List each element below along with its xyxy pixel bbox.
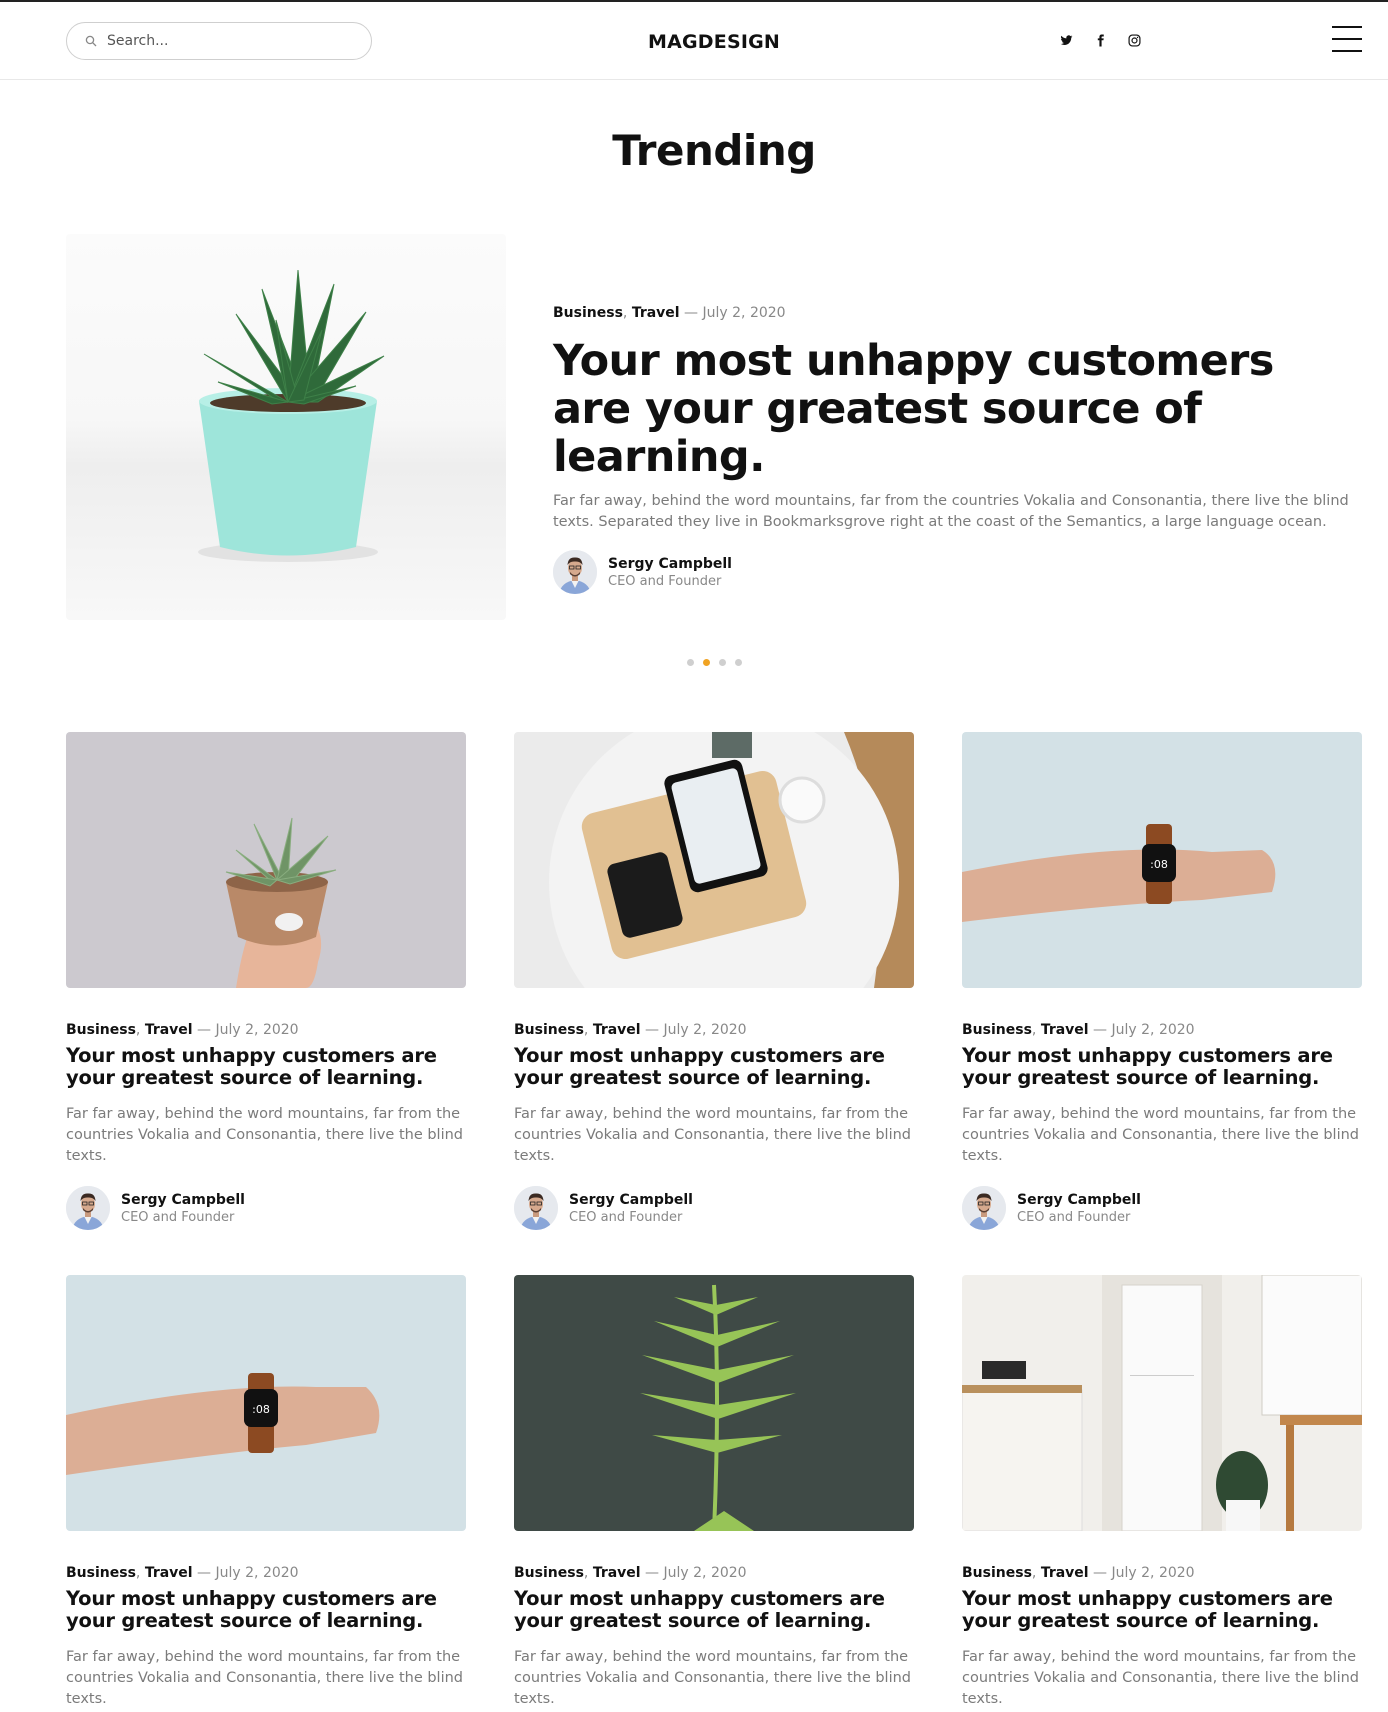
instagram-icon[interactable]: [1126, 32, 1142, 48]
card-title[interactable]: Your most unhappy customers are your gre…: [962, 1045, 1362, 1089]
author-block[interactable]: Sergy Campbell CEO and Founder: [514, 1186, 914, 1230]
hero-article: Business, Travel — July 2, 2020 Your mos…: [553, 305, 1363, 594]
author-role: CEO and Founder: [569, 1209, 683, 1225]
hamburger-menu-icon[interactable]: [1332, 26, 1362, 52]
author-name: Sergy Campbell: [121, 1191, 245, 1208]
article-meta: Business, Travel — July 2, 2020: [514, 1565, 747, 1581]
article-meta: Business, Travel — July 2, 2020: [66, 1022, 299, 1038]
article-date: July 2, 2020: [215, 1565, 299, 1581]
card-excerpt: Far far away, behind the word mountains,…: [962, 1649, 1360, 1707]
svg-text::08: :08: [1150, 858, 1168, 871]
carousel-dot[interactable]: [687, 659, 694, 666]
avatar: [66, 1186, 110, 1230]
category-link[interactable]: Travel: [593, 1022, 641, 1038]
category-link[interactable]: Business: [553, 305, 623, 321]
card-title[interactable]: Your most unhappy customers are your gre…: [514, 1045, 914, 1089]
author-block[interactable]: Sergy Campbell CEO and Founder: [66, 1186, 466, 1230]
author-role: CEO and Founder: [608, 573, 722, 589]
article-meta: Business, Travel — July 2, 2020: [962, 1022, 1195, 1038]
article-meta: Business, Travel — July 2, 2020: [514, 1022, 747, 1038]
facebook-icon[interactable]: [1092, 32, 1108, 48]
avatar: [514, 1186, 558, 1230]
site-logo[interactable]: MAGDESIGN: [0, 31, 1388, 53]
card-title[interactable]: Your most unhappy customers are your gre…: [514, 1588, 914, 1632]
carousel-dot[interactable]: [719, 659, 726, 666]
article-card: Business, Travel — July 2, 2020 Your mos…: [962, 1275, 1362, 1712]
date-separator: —: [679, 305, 703, 321]
card-excerpt: Far far away, behind the word mountains,…: [514, 1649, 912, 1707]
category-link[interactable]: Travel: [632, 305, 680, 321]
card-title[interactable]: Your most unhappy customers are your gre…: [962, 1588, 1362, 1632]
author-block[interactable]: Sergy Campbell CEO and Founder: [962, 1186, 1362, 1230]
category-link[interactable]: Travel: [593, 1565, 641, 1581]
hero-image[interactable]: [66, 234, 506, 620]
article-date: July 2, 2020: [1111, 1565, 1195, 1581]
section-title: Trending: [612, 126, 816, 175]
card-excerpt: Far far away, behind the word mountains,…: [962, 1106, 1360, 1164]
category-link[interactable]: Business: [66, 1022, 136, 1038]
category-link[interactable]: Business: [514, 1022, 584, 1038]
card-excerpt: Far far away, behind the word mountains,…: [66, 1106, 464, 1164]
author-name: Sergy Campbell: [608, 555, 732, 572]
card-excerpt: Far far away, behind the word mountains,…: [514, 1106, 912, 1164]
avatar: [553, 550, 597, 594]
article-card: Business, Travel — July 2, 2020 Your mos…: [514, 732, 914, 1230]
hero-excerpt: Far far away, behind the word mountains,…: [553, 493, 1349, 530]
card-image[interactable]: :08: [962, 732, 1362, 988]
category-separator: ,: [622, 305, 628, 321]
author-name: Sergy Campbell: [569, 1191, 693, 1208]
article-date: July 2, 2020: [215, 1022, 299, 1038]
category-link[interactable]: Business: [66, 1565, 136, 1581]
carousel-dots: [687, 659, 742, 666]
article-meta: Business, Travel — July 2, 2020: [553, 305, 1363, 321]
twitter-icon[interactable]: [1058, 32, 1074, 48]
author-block[interactable]: Sergy Campbell CEO and Founder: [553, 550, 1363, 594]
svg-text::08: :08: [252, 1403, 270, 1416]
article-card: :08 Business, Travel — July 2, 2020 Your…: [962, 732, 1362, 1230]
category-link[interactable]: Travel: [145, 1565, 193, 1581]
category-link[interactable]: Travel: [145, 1022, 193, 1038]
hero-title[interactable]: Your most unhappy customers are your gre…: [553, 337, 1363, 481]
card-image[interactable]: [514, 1275, 914, 1531]
social-links: [1058, 32, 1142, 48]
card-excerpt: Far far away, behind the word mountains,…: [66, 1649, 464, 1707]
carousel-dot-active[interactable]: [703, 659, 710, 666]
card-title[interactable]: Your most unhappy customers are your gre…: [66, 1588, 466, 1632]
category-link[interactable]: Travel: [1041, 1022, 1089, 1038]
article-card: Business, Travel — July 2, 2020 Your mos…: [514, 1275, 914, 1712]
article-date: July 2, 2020: [663, 1022, 747, 1038]
author-role: CEO and Founder: [1017, 1209, 1131, 1225]
category-link[interactable]: Business: [962, 1022, 1032, 1038]
article-date: July 2, 2020: [702, 305, 786, 321]
article-date: July 2, 2020: [1111, 1022, 1195, 1038]
card-title[interactable]: Your most unhappy customers are your gre…: [66, 1045, 466, 1089]
card-image[interactable]: [66, 732, 466, 988]
category-link[interactable]: Business: [514, 1565, 584, 1581]
category-link[interactable]: Business: [962, 1565, 1032, 1581]
carousel-dot[interactable]: [735, 659, 742, 666]
article-card: :08 Business, Travel — July 2, 2020 Your…: [66, 1275, 466, 1712]
article-meta: Business, Travel — July 2, 2020: [66, 1565, 299, 1581]
category-link[interactable]: Travel: [1041, 1565, 1089, 1581]
avatar: [962, 1186, 1006, 1230]
article-card: Business, Travel — July 2, 2020 Your mos…: [66, 732, 466, 1230]
author-name: Sergy Campbell: [1017, 1191, 1141, 1208]
article-date: July 2, 2020: [663, 1565, 747, 1581]
card-image[interactable]: [962, 1275, 1362, 1531]
author-role: CEO and Founder: [121, 1209, 235, 1225]
article-meta: Business, Travel — July 2, 2020: [962, 1565, 1195, 1581]
card-image[interactable]: [514, 732, 914, 988]
card-image[interactable]: :08: [66, 1275, 466, 1531]
site-header: MAGDESIGN: [0, 2, 1388, 80]
